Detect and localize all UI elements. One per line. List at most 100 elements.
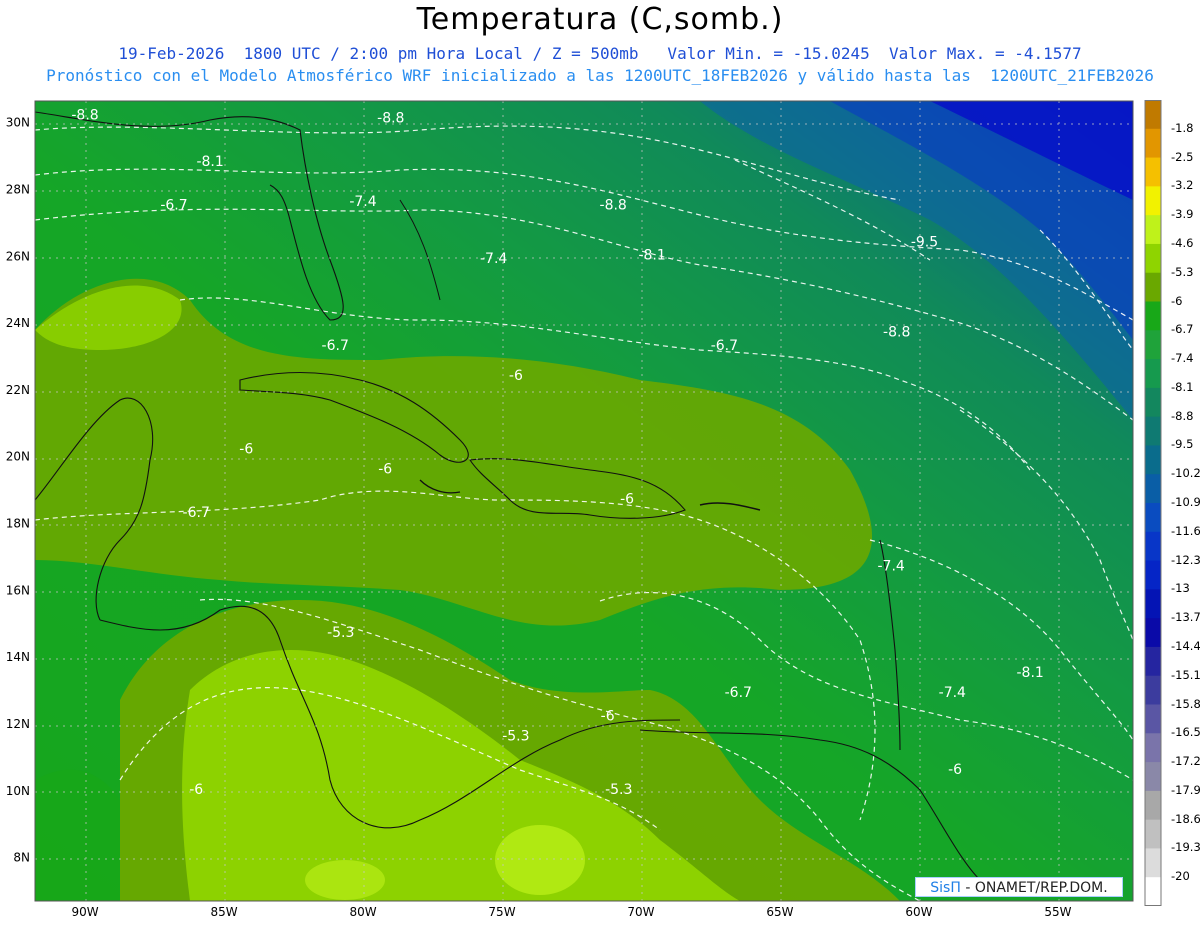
contour-label: -6: [378, 461, 392, 477]
colorbar-swatch: [1145, 157, 1161, 187]
colorbar-swatch: [1145, 330, 1161, 360]
contour-label: -8.1: [638, 248, 665, 264]
colorbar-swatch: [1145, 733, 1161, 763]
colorbar-label: -8.1: [1171, 379, 1194, 394]
colorbar-label: -12.3: [1171, 552, 1200, 567]
colorbar-swatch: [1145, 301, 1161, 331]
colorbar-label: -16.5: [1171, 725, 1200, 740]
contour-label: -6: [189, 782, 203, 798]
colorbar-swatch: [1145, 589, 1161, 619]
colorbar: [1144, 100, 1162, 906]
lat-label-10N: 10N: [6, 784, 30, 798]
contour-label: -8.8: [71, 107, 98, 123]
colorbar-label: -11.6: [1171, 523, 1200, 538]
lat-label-14N: 14N: [6, 650, 30, 664]
colorbar-label: -19.3: [1171, 840, 1200, 855]
colorbar-swatch: [1145, 646, 1161, 677]
colorbar-label: -4.6: [1171, 235, 1194, 250]
lat-label-24N: 24N: [6, 316, 30, 330]
colorbar-swatch: [1145, 848, 1161, 878]
lon-label-75W: 75W: [488, 905, 515, 919]
colorbar-swatch: [1145, 877, 1161, 906]
colorbar-label: -8.8: [1171, 408, 1194, 423]
colorbar-label: -17.9: [1171, 782, 1200, 797]
colorbar-label: -10.2: [1171, 466, 1200, 481]
colorbar-swatch: [1145, 359, 1161, 389]
colorbar-label: -7.4: [1171, 351, 1194, 366]
colorbar-swatch: [1145, 503, 1161, 533]
colorbar-label: -20: [1171, 869, 1190, 884]
colorbar-label: -18.6: [1171, 811, 1200, 826]
contour-label: -8.1: [196, 154, 223, 170]
lat-label-16N: 16N: [6, 583, 30, 597]
lat-label-18N: 18N: [6, 517, 30, 531]
contour-label: -8.8: [600, 198, 627, 214]
colorbar-swatch: [1145, 704, 1161, 734]
contour-label: -6.7: [183, 505, 210, 521]
colorbar-label: -3.9: [1171, 207, 1194, 222]
contour-label: -5.3: [605, 782, 632, 798]
colorbar-swatch: [1145, 675, 1161, 705]
lat-label-30N: 30N: [6, 116, 30, 130]
temperature-map: -8.8 -8.8 -8.1 -6.7 -7.4 -8.8 -7.4 -8.1 -9.5 -8.8…: [6, 100, 1134, 919]
credit-text: - ONAMET/REP.DOM.: [960, 880, 1108, 896]
lat-label-26N: 26N: [6, 249, 30, 263]
lon-label-55W: 55W: [1044, 905, 1071, 919]
lat-label-12N: 12N: [6, 717, 30, 731]
contour-label: -8.1: [1016, 665, 1043, 681]
contour-label: -8.8: [377, 111, 404, 127]
credit-brand: SisΠ: [930, 880, 961, 896]
contour-label: -6.7: [711, 338, 738, 354]
contour-label: -6.7: [725, 685, 752, 701]
colorbar-swatch: [1145, 100, 1161, 130]
contour-label: -6: [509, 368, 523, 384]
contour-label: -7.4: [939, 685, 966, 701]
colorbar-swatch: [1145, 762, 1161, 792]
lon-label-60W: 60W: [905, 905, 932, 919]
colorbar-label: -17.2: [1171, 754, 1200, 769]
colorbar-label: -15.8: [1171, 696, 1200, 711]
contour-label: -7.4: [349, 194, 376, 210]
colorbar-swatch: [1145, 243, 1161, 274]
lat-label-22N: 22N: [6, 383, 30, 397]
colorbar-label: -3.2: [1171, 178, 1194, 193]
colorbar-swatch: [1145, 272, 1161, 302]
contour-label: -7.4: [877, 558, 904, 574]
colorbar-label: -13.7: [1171, 610, 1200, 625]
contour-label: -6: [239, 441, 253, 457]
colorbar-swatch: [1145, 215, 1161, 245]
contour-label: -6.7: [160, 198, 187, 214]
contour-label: -6.7: [322, 338, 349, 354]
contour-label: -9.5: [911, 234, 938, 250]
contour-label: -6: [948, 762, 962, 778]
lon-label-80W: 80W: [349, 905, 376, 919]
contour-label: -5.3: [502, 729, 529, 745]
colorbar-swatch: [1145, 531, 1161, 562]
colorbar-label: -6: [1171, 293, 1183, 308]
colorbar-label: -14.4: [1171, 638, 1200, 653]
lat-label-20N: 20N: [6, 450, 30, 464]
contour-label: -6: [620, 492, 634, 508]
contour-label: -5.3: [327, 625, 354, 641]
credit-box: SisΠ - ONAMET/REP.DOM.: [915, 877, 1123, 897]
colorbar-swatch: [1145, 416, 1161, 446]
colorbar-swatch: [1145, 128, 1161, 159]
contour-label: -6: [601, 709, 615, 725]
colorbar-label: -6.7: [1171, 322, 1194, 337]
colorbar-label: -2.5: [1171, 149, 1194, 164]
colorbar-swatch: [1145, 387, 1161, 418]
colorbar-label: -9.5: [1171, 437, 1194, 452]
colorbar-label: -15.1: [1171, 667, 1200, 682]
lon-label-90W: 90W: [71, 905, 98, 919]
contour-label: -8.8: [883, 324, 910, 340]
colorbar-swatch: [1145, 618, 1161, 648]
colorbar-swatch: [1145, 790, 1161, 821]
colorbar-swatch: [1145, 819, 1161, 849]
colorbar-swatch: [1145, 560, 1161, 590]
lon-label-65W: 65W: [766, 905, 793, 919]
colorbar-label: -13: [1171, 581, 1190, 596]
colorbar-label: -1.8: [1171, 120, 1194, 135]
colorbar-label: -10.9: [1171, 495, 1200, 509]
lon-label-85W: 85W: [210, 905, 237, 919]
colorbar-swatch: [1145, 186, 1161, 216]
